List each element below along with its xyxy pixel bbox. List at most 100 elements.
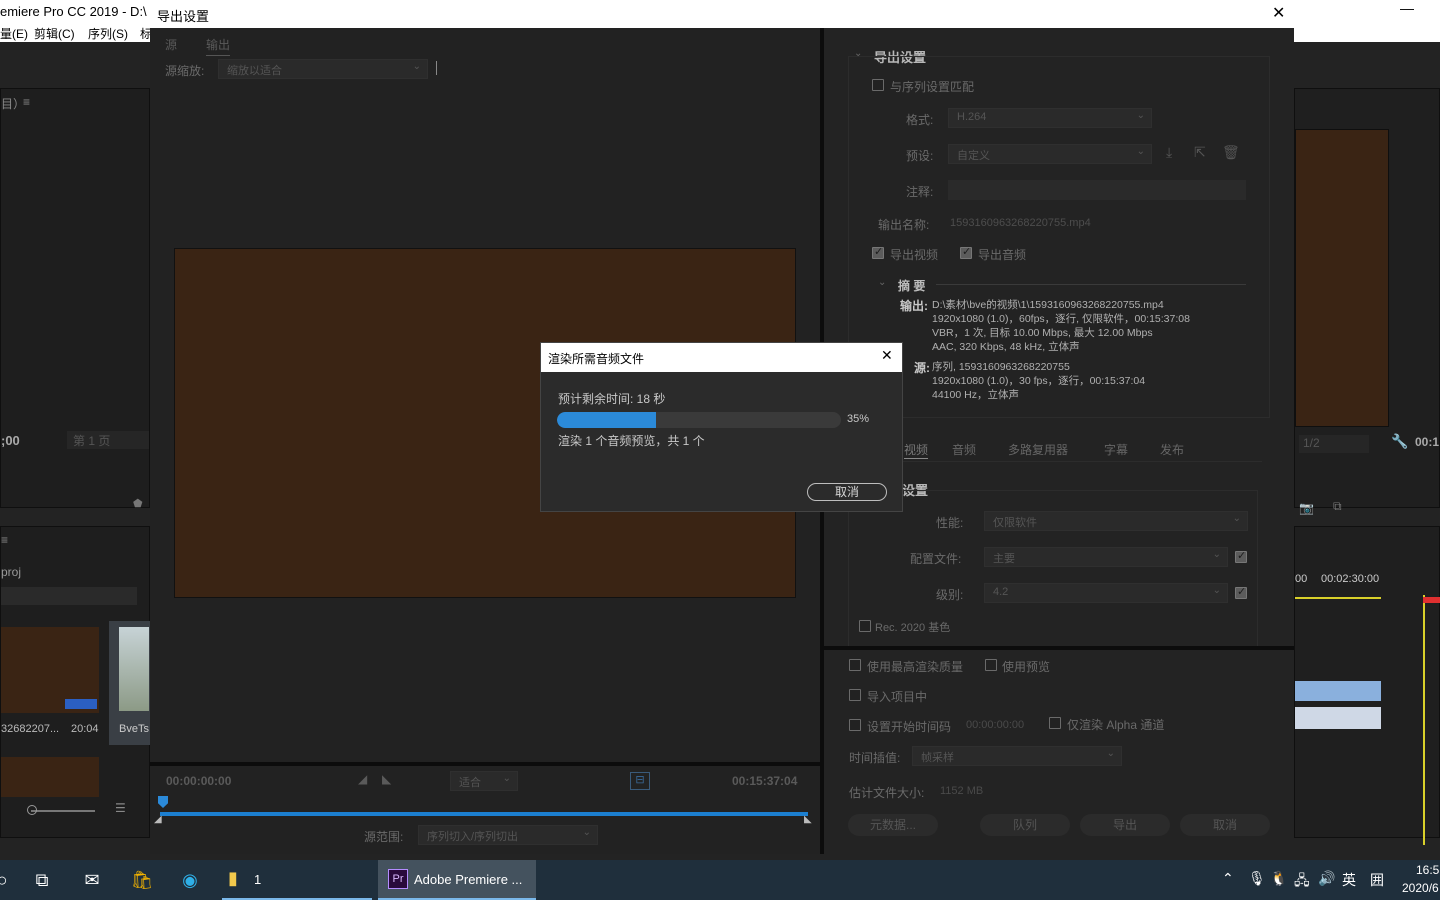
- compare-icon[interactable]: ⧉: [1333, 499, 1342, 514]
- marker-icon[interactable]: ⬟: [133, 497, 143, 510]
- qq-icon[interactable]: 🐧: [1270, 870, 1287, 887]
- use-previews-checkbox[interactable]: [985, 659, 997, 671]
- set-in-point-icon[interactable]: ◢: [358, 772, 367, 786]
- tab-captions[interactable]: 字幕: [1104, 441, 1128, 458]
- ime-language[interactable]: 英: [1342, 870, 1356, 890]
- summary-collapse-icon[interactable]: ⌄: [878, 277, 886, 288]
- clip-thumbnail-2[interactable]: [1, 757, 99, 797]
- tab-publish[interactable]: 发布: [1160, 441, 1184, 458]
- ime-mode-icon[interactable]: 囲: [1370, 870, 1384, 890]
- network-icon[interactable]: 🖧: [1294, 870, 1310, 894]
- save-preset-icon[interactable]: ⤓: [1166, 144, 1172, 161]
- chevron-up-icon[interactable]: ⌃: [1222, 870, 1234, 887]
- minimize-button[interactable]: —: [1400, 0, 1414, 16]
- max-quality-checkbox[interactable]: [849, 659, 861, 671]
- clip2-card[interactable]: BveTs: [109, 621, 151, 745]
- task-view-icon[interactable]: ⧉: [30, 868, 54, 892]
- zoom-slider-handle[interactable]: [27, 805, 37, 815]
- import-project-checkbox[interactable]: [849, 689, 861, 701]
- delete-preset-icon[interactable]: 🗑: [1222, 144, 1240, 161]
- preset-dropdown[interactable]: 自定义 ⌄: [948, 144, 1152, 164]
- tab-audio[interactable]: 音频: [952, 441, 976, 458]
- metadata-button[interactable]: 元数据...: [848, 814, 938, 836]
- timeline-scrubber[interactable]: [160, 812, 808, 816]
- mail-icon[interactable]: ✉: [80, 868, 104, 892]
- export-button[interactable]: 导出: [1080, 814, 1170, 836]
- work-area-bar[interactable]: [1295, 597, 1381, 599]
- microphone-icon[interactable]: 🎙: [1248, 870, 1266, 887]
- start-timecode-value[interactable]: 00:00:00:00: [966, 719, 1024, 731]
- taskbar-file-explorer[interactable]: ▮ 1: [222, 860, 372, 900]
- cancel-button[interactable]: 取消: [1180, 814, 1270, 836]
- file-size-label: 估计文件大小:: [849, 786, 925, 800]
- volume-icon[interactable]: 🔊: [1318, 870, 1335, 887]
- page-dropdown[interactable]: 第 1 页: [67, 431, 149, 449]
- sort-icon[interactable]: ☰: [115, 801, 126, 815]
- menu-sequence[interactable]: 序列(S): [88, 25, 128, 42]
- source-scale-dropdown[interactable]: 缩放以适合 ⌄: [218, 59, 428, 79]
- modal-cancel-button[interactable]: 取消: [807, 483, 887, 501]
- export-dialog-title: 导出设置: [157, 9, 210, 24]
- alpha-only-checkbox[interactable]: [1049, 717, 1061, 729]
- video-clip[interactable]: [1295, 681, 1381, 701]
- source-range-dropdown[interactable]: 序列切入/序列切出 ⌄: [418, 825, 598, 845]
- clock-time[interactable]: 16:5: [1416, 863, 1439, 877]
- format-dropdown[interactable]: H.264 ⌄: [948, 108, 1152, 128]
- match-sequence-checkbox[interactable]: [872, 79, 884, 91]
- search-icon[interactable]: ○: [0, 868, 14, 892]
- timecode-start[interactable]: 00:00:00:00: [166, 774, 231, 788]
- export-video-label: 导出视频: [890, 248, 939, 262]
- summary-output-line: VBR，1 次, 目标 10.00 Mbps, 最大 12.00 Mbps: [932, 327, 1153, 339]
- close-icon[interactable]: ✕: [881, 347, 893, 364]
- tab-output[interactable]: 输出: [206, 36, 231, 56]
- source-monitor-panel: 目） ≡ ;00 第 1 页 ⬟: [0, 88, 150, 510]
- edge-browser-icon[interactable]: ◉: [178, 868, 202, 892]
- start-timecode-checkbox[interactable]: [849, 719, 861, 731]
- taskbar-premiere[interactable]: Pr Adobe Premiere ...: [378, 860, 536, 900]
- time-interpolation-dropdown[interactable]: 帧采样 ⌄: [912, 746, 1122, 766]
- menu-edit[interactable]: 量(E): [0, 25, 28, 42]
- tab-video[interactable]: 视频: [904, 441, 929, 459]
- project-search-input[interactable]: [1, 587, 137, 605]
- output-name-link[interactable]: 1593160963268220755.mp4: [950, 217, 1091, 229]
- profile-dropdown[interactable]: 主要 ⌄: [984, 547, 1228, 567]
- level-lock-checkbox[interactable]: [1235, 585, 1247, 599]
- modal-titlebar: 渲染所需音频文件 ✕: [541, 343, 902, 372]
- store-icon[interactable]: 🛍: [130, 868, 154, 892]
- tab-source[interactable]: 源: [165, 36, 177, 53]
- timeline-time-a: 00: [1295, 573, 1308, 585]
- fit-dropdown[interactable]: 适合 ⌄: [450, 771, 518, 791]
- settings-tab-bar: 视频 音频 多路复用器 字幕 发布: [848, 436, 1262, 462]
- wrench-icon[interactable]: 🔧: [1391, 433, 1408, 450]
- zoom-slider[interactable]: [31, 810, 95, 812]
- performance-dropdown[interactable]: 仅限软件 ⌄: [984, 511, 1248, 531]
- in-point-marker[interactable]: ◢: [154, 814, 162, 825]
- clock-date[interactable]: 2020/6: [1402, 881, 1439, 895]
- close-icon[interactable]: ✕: [1272, 3, 1285, 23]
- tab-multiplexer[interactable]: 多路复用器: [1008, 441, 1068, 458]
- level-dropdown[interactable]: 4.2 ⌄: [984, 583, 1228, 603]
- export-audio-checkbox[interactable]: [960, 245, 972, 259]
- import-preset-icon[interactable]: ⇱: [1194, 144, 1206, 161]
- out-point-marker[interactable]: ◣: [804, 814, 812, 825]
- queue-button[interactable]: 队列: [980, 814, 1070, 836]
- performance-label: 性能:: [936, 516, 964, 530]
- summary-source-block: 序列, 1593160963268220755 1920x1080 (1.0)，…: [932, 360, 1145, 402]
- camera-icon[interactable]: 📷: [1299, 501, 1314, 515]
- premiere-taskbar-label: Adobe Premiere ...: [414, 872, 523, 887]
- audio-meter-peak: [1423, 597, 1440, 603]
- profile-value: 主要: [993, 553, 1015, 565]
- summary-output-line: 1920x1080 (1.0)，60fps，逐行, 仅限软件，00:15:37:…: [932, 313, 1190, 325]
- menu-clip[interactable]: 剪辑(C): [34, 25, 75, 42]
- export-video-checkbox[interactable]: [872, 245, 884, 259]
- aspect-icon[interactable]: ⊟: [630, 772, 650, 790]
- set-out-point-icon[interactable]: ◣: [382, 772, 391, 786]
- profile-lock-checkbox[interactable]: [1235, 549, 1247, 563]
- comments-input[interactable]: [948, 180, 1246, 200]
- rec2020-checkbox[interactable]: [859, 620, 871, 632]
- program-page-dropdown[interactable]: 1/2: [1299, 435, 1369, 453]
- panel-menu-icon[interactable]: ≡: [23, 95, 30, 109]
- audio-clip[interactable]: [1295, 707, 1381, 729]
- panel-menu-icon[interactable]: ≡: [1, 533, 8, 547]
- playhead[interactable]: [158, 796, 168, 808]
